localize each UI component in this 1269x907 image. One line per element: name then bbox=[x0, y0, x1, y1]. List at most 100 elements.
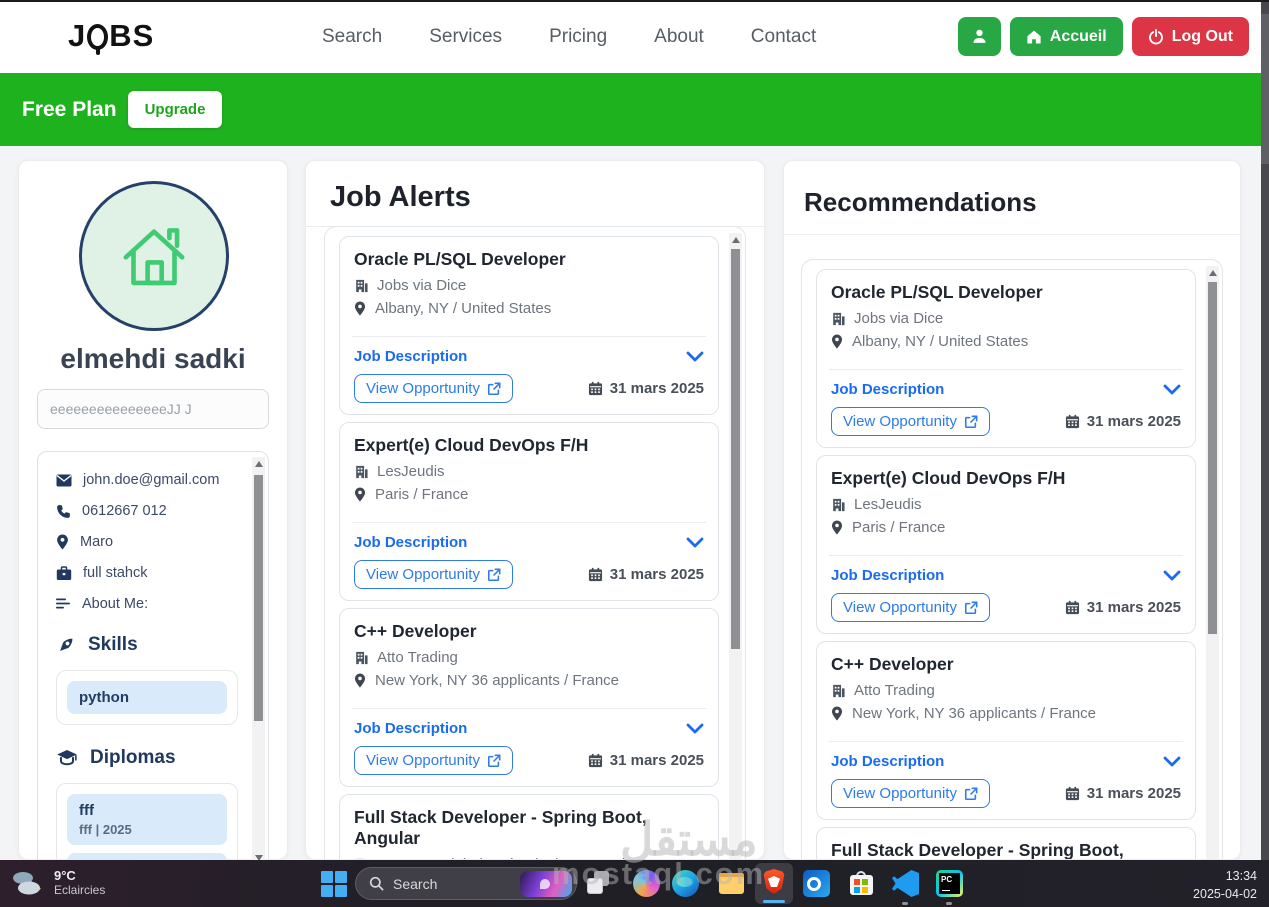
headline-input[interactable] bbox=[37, 389, 269, 429]
job-card: C++ Developer Atto Trading New York, NY … bbox=[339, 608, 719, 787]
job-title: Oracle PL/SQL Developer bbox=[354, 249, 566, 269]
job-location: Albany, NY / United States bbox=[375, 300, 552, 317]
scroll-thumb[interactable] bbox=[1208, 282, 1217, 634]
external-link-icon bbox=[487, 382, 501, 396]
chevron-down-icon[interactable] bbox=[1163, 756, 1181, 767]
weather-text: 9°C Eclaircies bbox=[54, 868, 105, 897]
job-alerts-scrollbar[interactable] bbox=[729, 233, 742, 859]
home-button[interactable]: Accueil bbox=[1009, 17, 1123, 56]
brave-browser-icon[interactable] bbox=[755, 863, 793, 904]
window-top-edge bbox=[0, 0, 1269, 2]
outlook-icon[interactable] bbox=[803, 870, 830, 897]
copilot-icon[interactable] bbox=[633, 870, 660, 897]
chevron-down-icon[interactable] bbox=[686, 351, 704, 362]
view-opportunity-button[interactable]: View Opportunity bbox=[354, 374, 513, 403]
job-date-value: 31 mars 2025 bbox=[1086, 599, 1181, 616]
nav-link-about[interactable]: About bbox=[654, 26, 704, 48]
job-card: Expert(e) Cloud DevOps F/H LesJeudis Par… bbox=[816, 455, 1196, 634]
weather-widget[interactable]: 9°C Eclaircies bbox=[10, 865, 105, 899]
job-company-row: Jobs via Dice bbox=[354, 277, 704, 294]
recommendations-scrollbar[interactable] bbox=[1206, 266, 1219, 859]
diploma-details: fff | 2025 bbox=[79, 822, 132, 837]
nav-link-pricing[interactable]: Pricing bbox=[549, 26, 607, 48]
job-date-value: 31 mars 2025 bbox=[1086, 785, 1181, 802]
job-company: PRIMUS Global Technologies Pvt Ltd bbox=[377, 856, 625, 859]
view-opportunity-label: View Opportunity bbox=[843, 785, 957, 802]
view-opportunity-button[interactable]: View Opportunity bbox=[354, 560, 513, 589]
job-title: Oracle PL/SQL Developer bbox=[831, 282, 1043, 302]
job-company-row: Jobs via Dice bbox=[831, 310, 1181, 327]
nav-link-services[interactable]: Services bbox=[429, 26, 502, 48]
logout-button[interactable]: Log Out bbox=[1131, 17, 1249, 56]
job-location: New York, NY 36 applicants / France bbox=[375, 672, 620, 689]
view-opportunity-button[interactable]: View Opportunity bbox=[831, 593, 990, 622]
scroll-up-arrow[interactable] bbox=[254, 461, 263, 467]
plan-banner: Free Plan Upgrade bbox=[0, 73, 1269, 146]
nav-actions: Accueil Log Out bbox=[957, 17, 1249, 56]
recommendations-list: Oracle PL/SQL Developer Jobs via Dice Al… bbox=[801, 259, 1223, 859]
view-opportunity-label: View Opportunity bbox=[366, 566, 480, 583]
phone-row: 0612667 012 bbox=[56, 503, 238, 519]
avatar[interactable] bbox=[79, 181, 229, 331]
view-opportunity-button[interactable]: View Opportunity bbox=[831, 779, 990, 808]
job-description-toggle[interactable]: Job Description bbox=[354, 348, 467, 365]
scroll-thumb[interactable] bbox=[731, 249, 740, 649]
profile-button[interactable] bbox=[957, 17, 1001, 56]
taskbar-search[interactable]: Search bbox=[355, 867, 577, 900]
upgrade-button[interactable]: Upgrade bbox=[128, 91, 222, 128]
microsoft-store-icon[interactable] bbox=[848, 870, 875, 897]
building-icon bbox=[354, 279, 368, 293]
text-lines-icon bbox=[56, 598, 71, 610]
scroll-up-arrow[interactable] bbox=[731, 237, 740, 243]
view-opportunity-button[interactable]: View Opportunity bbox=[831, 407, 990, 436]
logo[interactable]: J BS bbox=[68, 18, 154, 54]
diploma-chip: fff fff | 2025 bbox=[67, 794, 227, 845]
chevron-down-icon[interactable] bbox=[686, 723, 704, 734]
clock-time: 13:34 bbox=[1225, 869, 1257, 883]
external-link-icon bbox=[964, 415, 978, 429]
browser-scrollbar[interactable] bbox=[1261, 0, 1269, 860]
email-value: john.doe@gmail.com bbox=[83, 472, 220, 488]
recommendations-panel: Recommendations Oracle PL/SQL Developer … bbox=[783, 160, 1241, 860]
task-view-icon[interactable] bbox=[585, 870, 612, 897]
start-button[interactable] bbox=[320, 870, 347, 897]
job-location-row: Albany, NY / United States bbox=[831, 333, 1181, 350]
job-location-row: Paris / France bbox=[354, 486, 704, 503]
view-opportunity-button[interactable]: View Opportunity bbox=[354, 746, 513, 775]
profile-scrollbar[interactable] bbox=[252, 457, 265, 865]
building-icon bbox=[354, 858, 368, 859]
external-link-icon bbox=[964, 787, 978, 801]
taskbar-clock[interactable]: 13:34 2025-04-02 bbox=[1193, 867, 1257, 903]
scroll-thumb[interactable] bbox=[254, 475, 263, 721]
chevron-down-icon[interactable] bbox=[686, 537, 704, 548]
job-description-toggle[interactable]: Job Description bbox=[831, 381, 944, 398]
nav-link-search[interactable]: Search bbox=[322, 26, 382, 48]
edge-browser-icon[interactable] bbox=[672, 870, 699, 897]
vscode-icon[interactable] bbox=[892, 870, 919, 897]
job-company: Atto Trading bbox=[854, 682, 935, 699]
scroll-up-arrow[interactable] bbox=[1208, 270, 1217, 276]
diplomas-header: Diplomas bbox=[56, 747, 238, 769]
building-icon bbox=[354, 465, 368, 479]
job-description-toggle[interactable]: Job Description bbox=[831, 567, 944, 584]
job-title-value: full stahck bbox=[83, 565, 148, 581]
nav-link-contact[interactable]: Contact bbox=[751, 26, 816, 48]
browser-scroll-thumb[interactable] bbox=[1261, 14, 1269, 164]
job-description-toggle[interactable]: Job Description bbox=[354, 720, 467, 737]
pycharm-icon[interactable]: PC bbox=[936, 870, 963, 897]
chevron-down-icon[interactable] bbox=[1163, 384, 1181, 395]
job-title: C++ Developer bbox=[831, 654, 954, 674]
file-explorer-icon[interactable] bbox=[718, 870, 745, 897]
divider bbox=[352, 522, 706, 523]
job-alerts-list: Oracle PL/SQL Developer Jobs via Dice Al… bbox=[324, 226, 746, 859]
job-title: Expert(e) Cloud DevOps F/H bbox=[354, 435, 589, 455]
chevron-down-icon[interactable] bbox=[1163, 570, 1181, 581]
job-description-toggle[interactable]: Job Description bbox=[831, 753, 944, 770]
nav-links: Search Services Pricing About Contact bbox=[322, 0, 816, 73]
job-description-toggle[interactable]: Job Description bbox=[354, 534, 467, 551]
skill-chip: python bbox=[67, 681, 227, 714]
view-opportunity-label: View Opportunity bbox=[366, 380, 480, 397]
logo-text-left: J bbox=[68, 18, 87, 53]
job-location-row: New York, NY 36 applicants / France bbox=[831, 705, 1181, 722]
diploma-name: fff bbox=[79, 802, 94, 819]
